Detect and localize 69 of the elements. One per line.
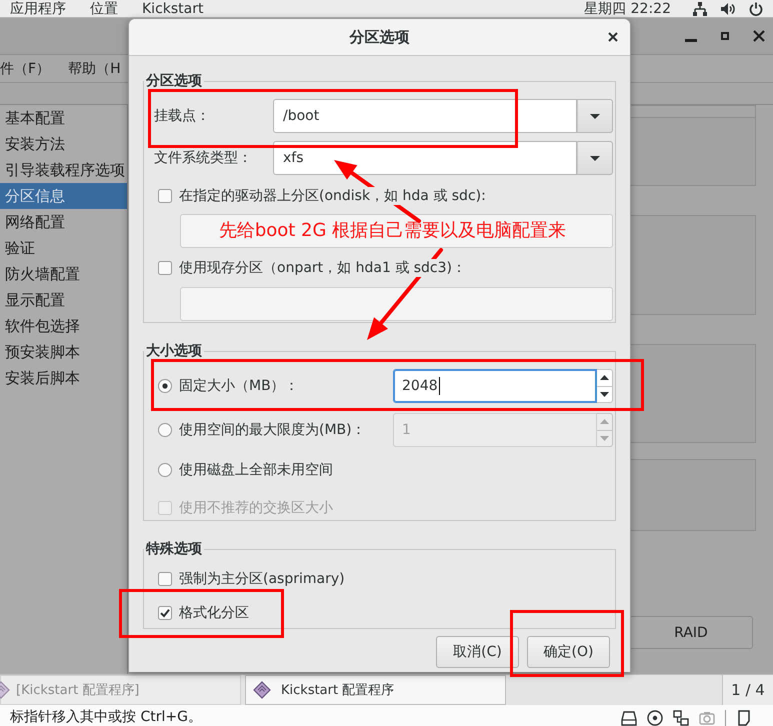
sidebar-item[interactable]: 验证	[0, 235, 127, 261]
caret-up-icon	[600, 419, 609, 424]
field-label: 文件系统类型：	[154, 149, 253, 167]
radio-button[interactable]	[158, 423, 172, 437]
workspace-pager[interactable]: 1 / 4	[722, 675, 773, 705]
menu-item[interactable]: Kickstart	[142, 0, 204, 16]
close-icon[interactable]	[608, 32, 618, 42]
sidebar-item[interactable]: 软件包选择	[0, 313, 127, 339]
dropdown-button[interactable]	[577, 141, 613, 175]
taskbar-item-label: [Kickstart 配置程序]	[16, 682, 140, 699]
number-field[interactable]: 2048	[393, 369, 597, 403]
sidebar-item[interactable]: 分区信息	[0, 183, 127, 209]
menu-item[interactable]: 帮助（H	[68, 60, 121, 78]
network-icon[interactable]	[693, 2, 707, 16]
radio-label: 使用空间的最大限度为(MB)：	[179, 421, 367, 439]
raid-button[interactable]: RAID	[629, 616, 753, 649]
text-field[interactable]: xfs	[273, 141, 577, 175]
cancel-button[interactable]: 取消(C)	[436, 636, 519, 668]
caret-down-icon	[590, 156, 600, 160]
ok-button[interactable]: 确定(O)	[527, 636, 610, 668]
checkbox-label: 格式化分区	[179, 604, 249, 622]
checkbox-label: 使用不推荐的交换区大小	[179, 499, 334, 517]
radio-label: 固定大小（MB）：	[179, 377, 300, 395]
status-text: 标指针移入其中或按 Ctrl+G。	[10, 708, 202, 726]
sidebar-item[interactable]: 安装方法	[0, 131, 127, 157]
network-icon[interactable]	[673, 710, 689, 726]
section-title: 分区选项	[144, 73, 203, 89]
diamond-icon	[253, 681, 271, 699]
field-label: 挂载点：	[154, 107, 211, 125]
clock-text: 星期四 22:22	[584, 0, 671, 16]
sidebar-item[interactable]: 安装后脚本	[0, 365, 127, 391]
checkbox[interactable]	[158, 261, 172, 275]
taskbar-item-label: Kickstart 配置程序	[281, 682, 394, 699]
taskbar-item[interactable]: Kickstart 配置程序	[245, 675, 506, 705]
radio-button[interactable]	[158, 379, 172, 393]
close-icon[interactable]	[753, 30, 765, 42]
caret-up-icon	[600, 375, 609, 380]
sidebar-item[interactable]: 防火墙配置	[0, 261, 127, 287]
increment-button[interactable]	[597, 369, 613, 386]
caret-down-icon	[590, 114, 600, 118]
sidebar-item[interactable]: 基本配置	[0, 105, 127, 131]
section-title: 特殊选项	[144, 541, 203, 557]
disc-icon[interactable]	[647, 710, 663, 726]
decrement-button[interactable]	[597, 386, 613, 403]
checkbox-label: 强制为主分区(asprimary)	[179, 570, 345, 588]
dropdown-button[interactable]	[577, 99, 613, 133]
device-icon[interactable]	[736, 710, 752, 726]
radio-label: 使用磁盘上全部未用空间	[179, 461, 334, 479]
checkbox[interactable]	[158, 606, 172, 620]
menu-item[interactable]: 件（F）	[0, 60, 50, 78]
section-title: 大小选项	[145, 343, 203, 359]
volume-icon[interactable]	[721, 2, 735, 16]
radio-button[interactable]	[158, 463, 172, 477]
checkbox[interactable]	[158, 189, 172, 203]
text-field[interactable]: /boot	[273, 99, 577, 133]
annotation-text: 先给boot 2G 根据自己需要以及电脑配置来	[218, 220, 566, 242]
menu-item[interactable]: 位置	[90, 0, 118, 16]
checkbox[interactable]	[158, 572, 172, 586]
dialog-title: 分区选项	[350, 28, 410, 46]
caret-down-icon	[600, 436, 609, 441]
checkbox-label: 在指定的驱动器上分区(ondisk，如 hda 或 sdc):	[179, 187, 486, 205]
caret-down-icon	[600, 392, 609, 397]
power-icon[interactable]	[749, 2, 763, 16]
sidebar-item[interactable]: 引导装载程序选项	[0, 157, 127, 183]
sidebar-item[interactable]: 网络配置	[0, 209, 127, 235]
menu-item[interactable]: 应用程序	[10, 0, 66, 16]
sidebar-item[interactable]: 预安装脚本	[0, 339, 127, 365]
sidebar-item[interactable]: 显示配置	[0, 287, 127, 313]
maximize-icon[interactable]	[719, 30, 731, 42]
